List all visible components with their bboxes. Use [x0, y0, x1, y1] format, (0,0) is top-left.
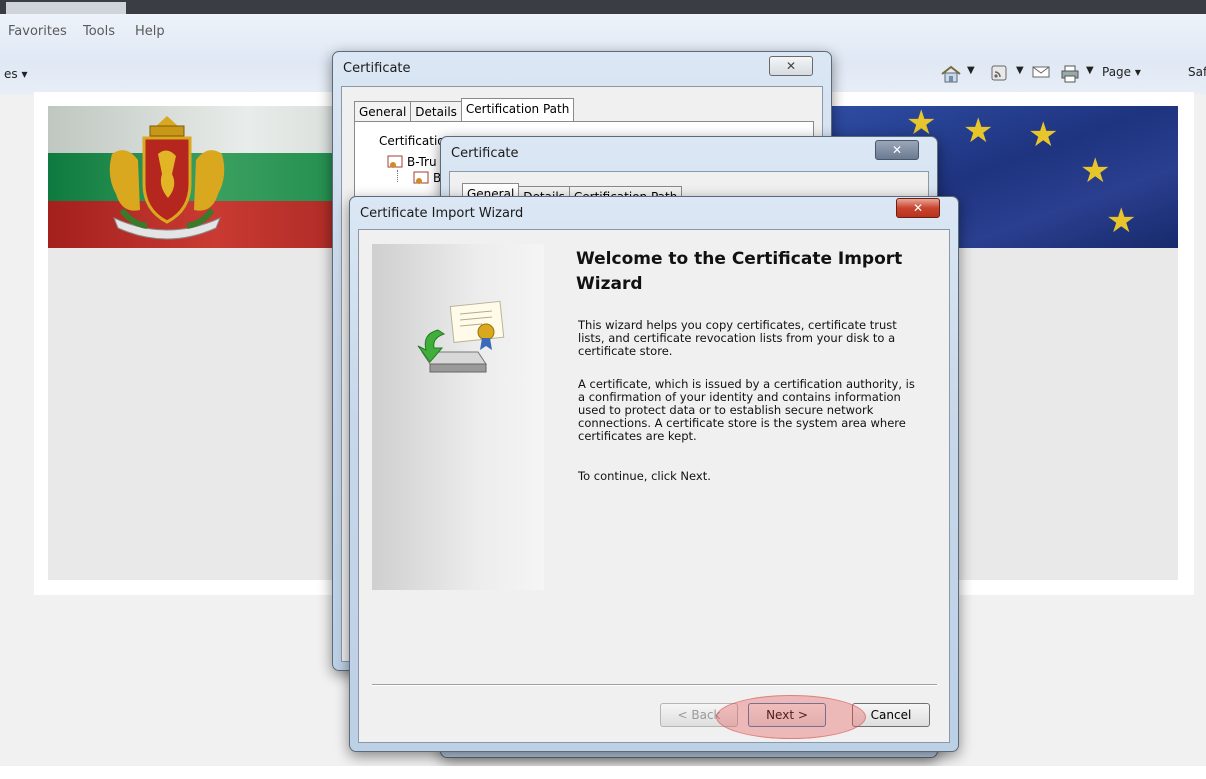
menu-tools[interactable]: Tools — [83, 24, 115, 39]
close-icon[interactable]: ✕ — [875, 140, 919, 160]
bottom-edge — [0, 766, 1206, 779]
browser-tab[interactable] — [6, 2, 126, 14]
certificate-import-icon — [417, 300, 505, 373]
menu-help[interactable]: Help — [135, 24, 165, 39]
certificate-icon — [387, 154, 403, 173]
print-dropdown-icon[interactable]: ▼ — [1086, 65, 1094, 76]
eu-star-icon: ★ — [1080, 151, 1111, 191]
favorites-dropdown[interactable]: es ▾ — [4, 67, 27, 81]
tree-item-root[interactable]: B-Tru — [407, 155, 437, 169]
dialog-title: Certificate — [343, 61, 411, 76]
mail-icon[interactable] — [1032, 65, 1050, 82]
tree-connector — [397, 170, 399, 182]
wizard-continue-text: To continue, click Next. — [578, 469, 711, 483]
wizard-intro-text: This wizard helps you copy certificates,… — [578, 318, 897, 358]
safety-menu[interactable]: Saf — [1188, 65, 1206, 79]
eu-star-icon: ★ — [1028, 115, 1059, 155]
eu-star-icon: ★ — [963, 111, 994, 151]
tab-certification-path[interactable]: Certification Path — [460, 98, 575, 122]
next-button-highlight — [716, 695, 866, 739]
wizard-separator — [372, 684, 937, 686]
home-icon[interactable] — [940, 65, 962, 86]
feeds-icon[interactable] — [991, 65, 1007, 84]
print-icon[interactable] — [1060, 65, 1080, 86]
eu-star-icon: ★ — [1106, 201, 1137, 241]
certificate-icon — [413, 170, 429, 189]
wizard-title: Certificate Import Wizard — [360, 206, 524, 221]
certification-path-group-label: Certificatio — [379, 134, 445, 148]
wizard-side-banner — [372, 244, 544, 590]
window-top-strip — [0, 0, 1206, 14]
close-icon[interactable]: ✕ — [769, 56, 813, 76]
page-menu[interactable]: Page ▾ — [1102, 65, 1141, 79]
wizard-description-text: A certificate, which is issued by a cert… — [578, 377, 915, 443]
menu-favorites[interactable]: Favorites — [8, 24, 67, 39]
coat-of-arms-icon — [109, 116, 225, 240]
dialog-title: Certificate — [451, 146, 519, 161]
eu-star-icon: ★ — [906, 106, 937, 143]
feeds-dropdown-icon[interactable]: ▼ — [1016, 65, 1024, 76]
close-icon[interactable]: ✕ — [896, 198, 940, 218]
home-dropdown-icon[interactable]: ▼ — [967, 65, 975, 76]
certificate-import-wizard: Certificate Import Wizard ✕ Welcome to t… — [349, 196, 959, 752]
wizard-heading: Welcome to the Certificate Import Wizard — [576, 249, 903, 294]
